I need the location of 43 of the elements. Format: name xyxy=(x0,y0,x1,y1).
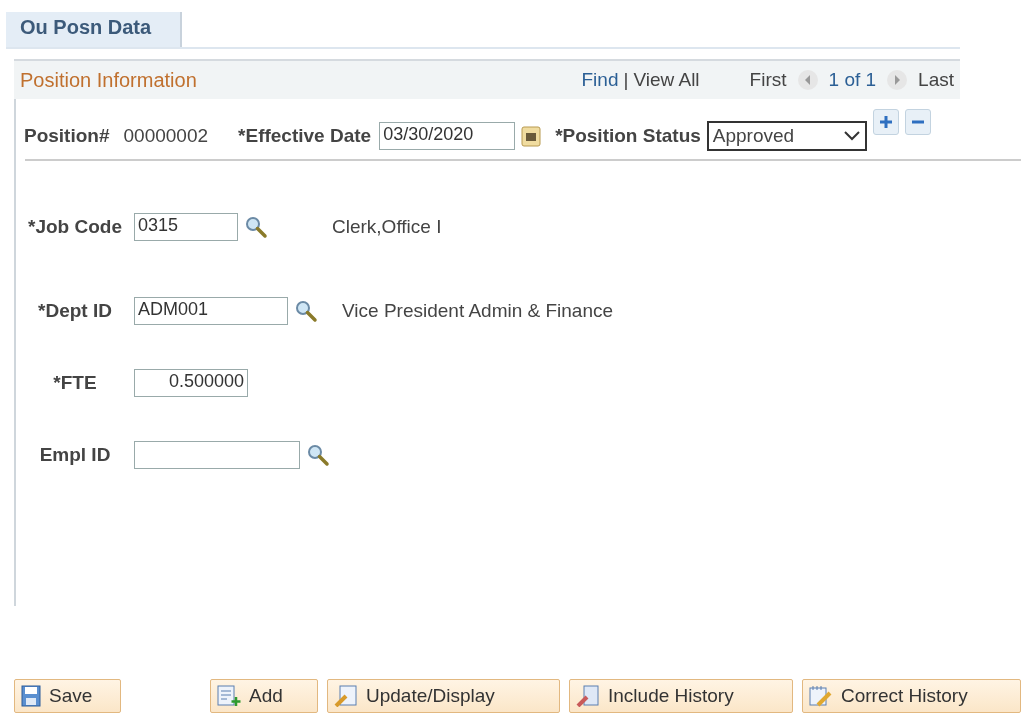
field-description: Clerk,Office I xyxy=(332,216,442,238)
update-button[interactable]: Update/Display xyxy=(327,679,560,713)
tab[interactable]: Ou Posn Data xyxy=(6,12,182,47)
input-field[interactable]: 0.500000 xyxy=(134,369,248,397)
field-label: *Position Status xyxy=(555,125,701,147)
field-label: Empl ID xyxy=(38,444,112,466)
chevron-down-icon xyxy=(842,130,861,142)
field-label: *Job Code xyxy=(27,216,123,238)
field-label: *Effective Date xyxy=(238,125,372,147)
document-pencil-icon xyxy=(576,685,600,707)
input-field[interactable] xyxy=(134,441,300,469)
position-number: 00000002 xyxy=(123,125,209,147)
previous-icon[interactable] xyxy=(796,69,819,91)
field-label: *Dept ID xyxy=(37,300,113,322)
status-dropdown[interactable]: Approved xyxy=(706,121,867,151)
input-field[interactable]: 0315 xyxy=(134,213,238,241)
search-icon[interactable] xyxy=(244,215,268,239)
section-title: Position Information xyxy=(20,68,198,92)
save-button[interactable]: Save xyxy=(14,679,121,713)
document-pencil-icon xyxy=(334,685,358,707)
find-link[interactable]: Find xyxy=(581,69,619,91)
field-label: Position# xyxy=(24,125,110,147)
input-field[interactable]: ADM001 xyxy=(134,297,288,325)
add-button[interactable]: Add xyxy=(210,679,318,713)
search-icon[interactable] xyxy=(306,443,330,467)
delete-row-button[interactable] xyxy=(904,109,931,135)
first-label: First xyxy=(749,69,787,91)
field-description: Vice President Admin & Finance xyxy=(342,300,614,322)
field-label: *FTE xyxy=(52,372,98,394)
date-field[interactable]: 03/30/2020 xyxy=(379,122,516,150)
calendar-icon[interactable] xyxy=(521,125,542,147)
document-plus-icon xyxy=(217,685,241,707)
search-icon[interactable] xyxy=(294,299,318,323)
plus-icon xyxy=(878,115,893,129)
next-icon[interactable] xyxy=(886,69,909,91)
history-button[interactable]: Include History xyxy=(569,679,793,713)
page-counter: 1 of 1 xyxy=(828,69,877,91)
last-label: Last xyxy=(918,69,954,91)
add-row-button[interactable] xyxy=(872,109,899,135)
separator: | xyxy=(623,69,629,91)
notepad-pencil-icon xyxy=(809,685,833,707)
correct-button[interactable]: Correct History xyxy=(802,679,1021,713)
view-all-link[interactable]: View All xyxy=(633,69,700,91)
